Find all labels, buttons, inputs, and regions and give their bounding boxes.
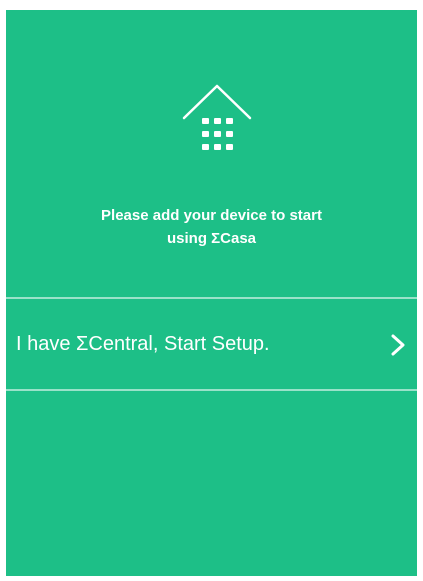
- start-setup-label: I have ΣCentral, Start Setup.: [16, 333, 270, 355]
- divider-bottom: [6, 389, 417, 391]
- add-device-message: Please add your device to start using ΣC…: [6, 204, 417, 250]
- chevron-right-icon: [391, 334, 405, 356]
- app-screen: Please add your device to start using ΣC…: [6, 10, 417, 576]
- start-setup-button[interactable]: I have ΣCentral, Start Setup.: [6, 299, 417, 389]
- house-keypad-icon: [182, 84, 252, 150]
- add-device-message-line-1: Please add your device to start: [101, 207, 322, 224]
- add-device-message-line-2: using ΣCasa: [166, 230, 257, 247]
